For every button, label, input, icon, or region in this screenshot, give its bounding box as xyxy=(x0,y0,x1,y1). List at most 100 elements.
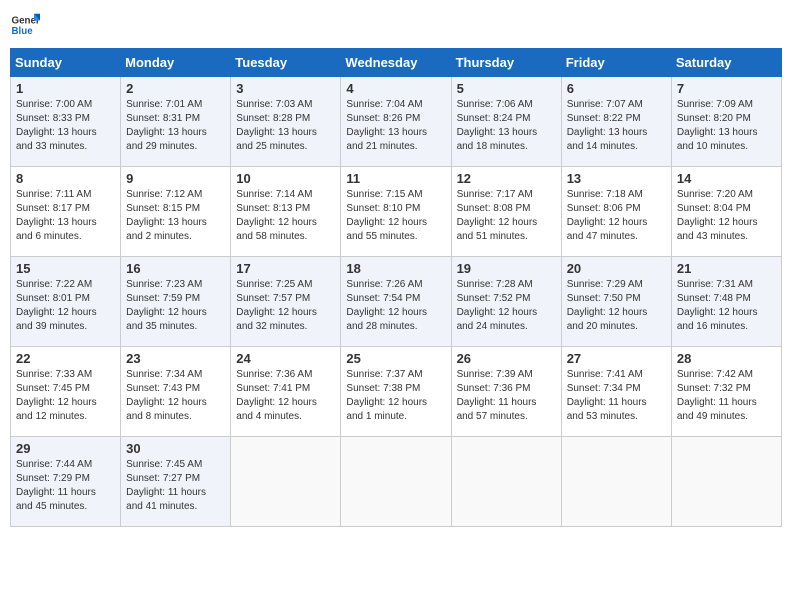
calendar-cell xyxy=(671,437,781,527)
day-info: Sunrise: 7:09 AM Sunset: 8:20 PM Dayligh… xyxy=(677,98,776,154)
calendar-cell: 5 Sunrise: 7:06 AM Sunset: 8:24 PM Dayli… xyxy=(451,77,561,167)
day-number: 12 xyxy=(457,171,556,186)
calendar-cell: 30 Sunrise: 7:45 AM Sunset: 7:27 PM Dayl… xyxy=(121,437,231,527)
day-number: 16 xyxy=(126,261,225,276)
day-number: 9 xyxy=(126,171,225,186)
calendar-cell: 12 Sunrise: 7:17 AM Sunset: 8:08 PM Dayl… xyxy=(451,167,561,257)
logo: General Blue xyxy=(10,10,40,40)
day-info: Sunrise: 7:39 AM Sunset: 7:36 PM Dayligh… xyxy=(457,368,556,424)
svg-text:Blue: Blue xyxy=(12,26,34,37)
calendar-cell: 3 Sunrise: 7:03 AM Sunset: 8:28 PM Dayli… xyxy=(231,77,341,167)
day-number: 26 xyxy=(457,351,556,366)
calendar-cell: 7 Sunrise: 7:09 AM Sunset: 8:20 PM Dayli… xyxy=(671,77,781,167)
day-number: 8 xyxy=(16,171,115,186)
day-info: Sunrise: 7:06 AM Sunset: 8:24 PM Dayligh… xyxy=(457,98,556,154)
day-info: Sunrise: 7:29 AM Sunset: 7:50 PM Dayligh… xyxy=(567,278,666,334)
calendar-cell: 6 Sunrise: 7:07 AM Sunset: 8:22 PM Dayli… xyxy=(561,77,671,167)
calendar-cell: 29 Sunrise: 7:44 AM Sunset: 7:29 PM Dayl… xyxy=(11,437,121,527)
day-number: 19 xyxy=(457,261,556,276)
week-row-4: 22 Sunrise: 7:33 AM Sunset: 7:45 PM Dayl… xyxy=(11,347,782,437)
day-info: Sunrise: 7:12 AM Sunset: 8:15 PM Dayligh… xyxy=(126,188,225,244)
day-number: 27 xyxy=(567,351,666,366)
column-header-sunday: Sunday xyxy=(11,49,121,77)
day-info: Sunrise: 7:42 AM Sunset: 7:32 PM Dayligh… xyxy=(677,368,776,424)
day-info: Sunrise: 7:11 AM Sunset: 8:17 PM Dayligh… xyxy=(16,188,115,244)
day-number: 21 xyxy=(677,261,776,276)
column-header-thursday: Thursday xyxy=(451,49,561,77)
day-info: Sunrise: 7:28 AM Sunset: 7:52 PM Dayligh… xyxy=(457,278,556,334)
day-number: 6 xyxy=(567,81,666,96)
day-number: 23 xyxy=(126,351,225,366)
day-number: 10 xyxy=(236,171,335,186)
day-info: Sunrise: 7:45 AM Sunset: 7:27 PM Dayligh… xyxy=(126,458,225,514)
day-number: 17 xyxy=(236,261,335,276)
calendar-cell: 18 Sunrise: 7:26 AM Sunset: 7:54 PM Dayl… xyxy=(341,257,451,347)
day-info: Sunrise: 7:25 AM Sunset: 7:57 PM Dayligh… xyxy=(236,278,335,334)
day-number: 1 xyxy=(16,81,115,96)
column-header-wednesday: Wednesday xyxy=(341,49,451,77)
column-header-saturday: Saturday xyxy=(671,49,781,77)
calendar-cell xyxy=(341,437,451,527)
week-row-5: 29 Sunrise: 7:44 AM Sunset: 7:29 PM Dayl… xyxy=(11,437,782,527)
day-info: Sunrise: 7:37 AM Sunset: 7:38 PM Dayligh… xyxy=(346,368,445,424)
day-info: Sunrise: 7:18 AM Sunset: 8:06 PM Dayligh… xyxy=(567,188,666,244)
day-number: 29 xyxy=(16,441,115,456)
day-number: 18 xyxy=(346,261,445,276)
day-info: Sunrise: 7:33 AM Sunset: 7:45 PM Dayligh… xyxy=(16,368,115,424)
day-number: 11 xyxy=(346,171,445,186)
calendar-cell: 15 Sunrise: 7:22 AM Sunset: 8:01 PM Dayl… xyxy=(11,257,121,347)
day-info: Sunrise: 7:17 AM Sunset: 8:08 PM Dayligh… xyxy=(457,188,556,244)
day-number: 30 xyxy=(126,441,225,456)
day-number: 28 xyxy=(677,351,776,366)
calendar-cell: 11 Sunrise: 7:15 AM Sunset: 8:10 PM Dayl… xyxy=(341,167,451,257)
day-info: Sunrise: 7:20 AM Sunset: 8:04 PM Dayligh… xyxy=(677,188,776,244)
day-number: 7 xyxy=(677,81,776,96)
calendar-cell: 20 Sunrise: 7:29 AM Sunset: 7:50 PM Dayl… xyxy=(561,257,671,347)
calendar-cell: 2 Sunrise: 7:01 AM Sunset: 8:31 PM Dayli… xyxy=(121,77,231,167)
calendar-cell: 25 Sunrise: 7:37 AM Sunset: 7:38 PM Dayl… xyxy=(341,347,451,437)
calendar-table: SundayMondayTuesdayWednesdayThursdayFrid… xyxy=(10,48,782,527)
calendar-cell: 4 Sunrise: 7:04 AM Sunset: 8:26 PM Dayli… xyxy=(341,77,451,167)
day-info: Sunrise: 7:34 AM Sunset: 7:43 PM Dayligh… xyxy=(126,368,225,424)
calendar-cell: 24 Sunrise: 7:36 AM Sunset: 7:41 PM Dayl… xyxy=(231,347,341,437)
calendar-cell: 8 Sunrise: 7:11 AM Sunset: 8:17 PM Dayli… xyxy=(11,167,121,257)
calendar-cell: 1 Sunrise: 7:00 AM Sunset: 8:33 PM Dayli… xyxy=(11,77,121,167)
day-number: 4 xyxy=(346,81,445,96)
day-info: Sunrise: 7:22 AM Sunset: 8:01 PM Dayligh… xyxy=(16,278,115,334)
day-number: 25 xyxy=(346,351,445,366)
calendar-cell: 19 Sunrise: 7:28 AM Sunset: 7:52 PM Dayl… xyxy=(451,257,561,347)
day-number: 24 xyxy=(236,351,335,366)
calendar-cell: 9 Sunrise: 7:12 AM Sunset: 8:15 PM Dayli… xyxy=(121,167,231,257)
logo-icon: General Blue xyxy=(10,10,40,40)
day-info: Sunrise: 7:44 AM Sunset: 7:29 PM Dayligh… xyxy=(16,458,115,514)
calendar-cell: 14 Sunrise: 7:20 AM Sunset: 8:04 PM Dayl… xyxy=(671,167,781,257)
day-info: Sunrise: 7:14 AM Sunset: 8:13 PM Dayligh… xyxy=(236,188,335,244)
calendar-cell xyxy=(561,437,671,527)
day-info: Sunrise: 7:31 AM Sunset: 7:48 PM Dayligh… xyxy=(677,278,776,334)
week-row-3: 15 Sunrise: 7:22 AM Sunset: 8:01 PM Dayl… xyxy=(11,257,782,347)
day-number: 22 xyxy=(16,351,115,366)
calendar-cell: 10 Sunrise: 7:14 AM Sunset: 8:13 PM Dayl… xyxy=(231,167,341,257)
day-info: Sunrise: 7:00 AM Sunset: 8:33 PM Dayligh… xyxy=(16,98,115,154)
day-number: 2 xyxy=(126,81,225,96)
day-info: Sunrise: 7:04 AM Sunset: 8:26 PM Dayligh… xyxy=(346,98,445,154)
day-info: Sunrise: 7:07 AM Sunset: 8:22 PM Dayligh… xyxy=(567,98,666,154)
calendar-cell: 21 Sunrise: 7:31 AM Sunset: 7:48 PM Dayl… xyxy=(671,257,781,347)
day-number: 13 xyxy=(567,171,666,186)
day-number: 5 xyxy=(457,81,556,96)
day-info: Sunrise: 7:36 AM Sunset: 7:41 PM Dayligh… xyxy=(236,368,335,424)
day-number: 14 xyxy=(677,171,776,186)
day-number: 20 xyxy=(567,261,666,276)
day-number: 15 xyxy=(16,261,115,276)
calendar-cell: 23 Sunrise: 7:34 AM Sunset: 7:43 PM Dayl… xyxy=(121,347,231,437)
day-info: Sunrise: 7:23 AM Sunset: 7:59 PM Dayligh… xyxy=(126,278,225,334)
calendar-cell: 28 Sunrise: 7:42 AM Sunset: 7:32 PM Dayl… xyxy=(671,347,781,437)
day-info: Sunrise: 7:01 AM Sunset: 8:31 PM Dayligh… xyxy=(126,98,225,154)
calendar-cell xyxy=(451,437,561,527)
calendar-cell: 17 Sunrise: 7:25 AM Sunset: 7:57 PM Dayl… xyxy=(231,257,341,347)
week-row-1: 1 Sunrise: 7:00 AM Sunset: 8:33 PM Dayli… xyxy=(11,77,782,167)
day-info: Sunrise: 7:03 AM Sunset: 8:28 PM Dayligh… xyxy=(236,98,335,154)
day-info: Sunrise: 7:15 AM Sunset: 8:10 PM Dayligh… xyxy=(346,188,445,244)
column-header-monday: Monday xyxy=(121,49,231,77)
calendar-cell xyxy=(231,437,341,527)
